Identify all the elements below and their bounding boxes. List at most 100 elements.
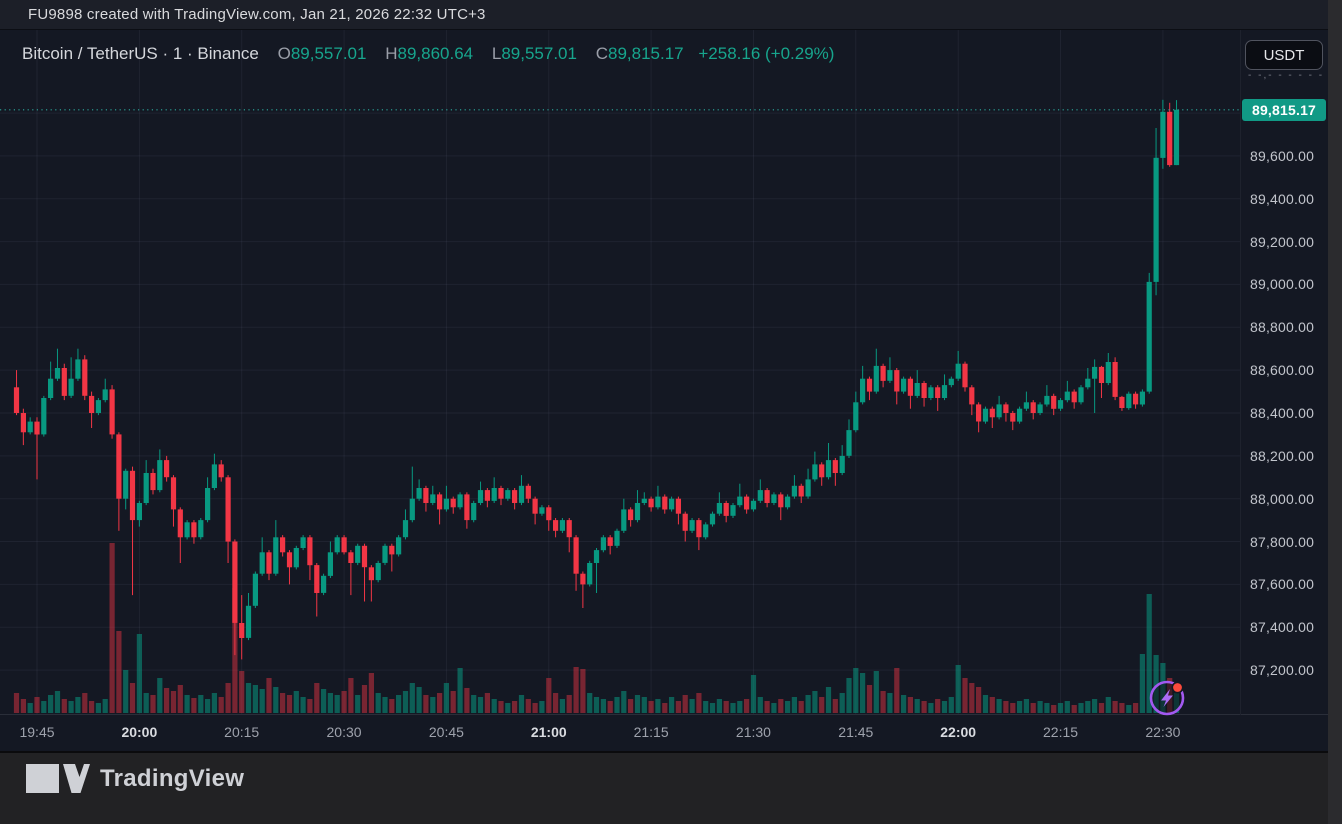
candle-body (96, 400, 101, 413)
candle-body (1058, 400, 1063, 409)
volume-bar (492, 699, 497, 713)
candle-body (997, 404, 1002, 417)
candle-body (737, 497, 742, 506)
volume-bar (942, 701, 947, 713)
candle-body (505, 490, 510, 499)
volume-bar (928, 703, 933, 713)
volume-bar (853, 668, 858, 713)
candle-body (676, 499, 681, 514)
symbol-title[interactable]: Bitcoin / TetherUS · 1 · Binance (22, 44, 259, 63)
candle-body (410, 499, 415, 520)
price-scale[interactable]: - -,- - - - - - 89,815.17 89,600.0089,40… (1240, 30, 1328, 715)
candle-body (853, 402, 858, 430)
candle-body (430, 494, 435, 503)
time-tick-label: 21:15 (634, 724, 669, 740)
volume-bar (574, 667, 579, 713)
volume-bar (396, 695, 401, 713)
candle-body (662, 497, 667, 510)
candle-body (164, 460, 169, 477)
candle-body (171, 477, 176, 509)
candle-body (137, 503, 142, 520)
volume-bar (778, 699, 783, 713)
volume-bar (1119, 703, 1124, 713)
candle-body (696, 520, 701, 537)
volume-bar (1133, 703, 1138, 713)
candle-body (14, 387, 19, 413)
time-tick-label: 22:15 (1043, 724, 1078, 740)
time-scale[interactable]: 19:4520:0020:1520:3020:4521:0021:1521:30… (0, 714, 1328, 751)
volume-bar (894, 668, 899, 713)
currency-toggle-button[interactable]: USDT (1245, 40, 1323, 70)
volume-bar (758, 697, 763, 713)
candle-body (130, 471, 135, 520)
candle-body (717, 503, 722, 514)
volume-bar (28, 703, 33, 713)
candle-body (785, 497, 790, 508)
volume-bar (137, 634, 142, 713)
candle-body (628, 509, 633, 520)
volume-bar (423, 695, 428, 713)
candle-body (819, 464, 824, 477)
volume-bar (826, 687, 831, 713)
low-label: L (492, 44, 501, 63)
candle-body (894, 370, 899, 391)
candle-body (376, 563, 381, 580)
volume-bar (253, 685, 258, 713)
candle-body (922, 383, 927, 398)
candle-body (580, 574, 585, 585)
high-value: 89,860.64 (397, 44, 473, 63)
volume-bar (62, 699, 67, 713)
candle-body (594, 550, 599, 563)
symbol-legend[interactable]: Bitcoin / TetherUS · 1 · Binance O89,557… (22, 44, 834, 64)
volume-bar (669, 697, 674, 713)
volume-bar (840, 693, 845, 713)
volume-bar (1051, 705, 1056, 713)
candle-body (21, 413, 26, 432)
candle-body (369, 567, 374, 580)
candle-body (526, 486, 531, 499)
volume-bar (376, 693, 381, 713)
volume-bar (792, 697, 797, 713)
candle-body (307, 537, 312, 565)
volume-bar (498, 701, 503, 713)
volume-bar (580, 669, 585, 713)
candle-body (1119, 397, 1124, 408)
candle-body (301, 537, 306, 548)
lightning-marker-button[interactable] (1147, 677, 1189, 719)
volume-bar (512, 701, 517, 713)
volume-bar (785, 701, 790, 713)
tradingview-logo[interactable]: TradingView (26, 764, 244, 794)
volume-bar (191, 698, 196, 713)
volume-bar (990, 697, 995, 713)
candle-body (335, 537, 340, 552)
candle-body (751, 501, 756, 510)
volume-bar (744, 699, 749, 713)
volume-bar (628, 699, 633, 713)
volume-bar (1140, 654, 1145, 713)
volume-bar (103, 699, 108, 713)
volume-bar (908, 697, 913, 713)
volume-bar (280, 693, 285, 713)
candle-body (103, 389, 108, 400)
candle-body (587, 563, 592, 584)
volume-bar (915, 699, 920, 713)
candle-body (82, 359, 87, 395)
candle-body (464, 494, 469, 520)
candle-body (608, 537, 613, 546)
candle-body (683, 514, 688, 531)
candle-body (1085, 379, 1090, 388)
volume-bar (430, 697, 435, 713)
candlestick-chart-canvas[interactable] (0, 0, 1342, 824)
volume-bar (546, 678, 551, 713)
candle-body (744, 497, 749, 510)
volume-bar (1065, 701, 1070, 713)
candle-body (266, 552, 271, 573)
volume-bar (526, 699, 531, 713)
volume-bar (287, 695, 292, 713)
volume-bar (417, 687, 422, 713)
volume-bar (683, 695, 688, 713)
volume-bar (956, 665, 961, 713)
volume-bar (1058, 703, 1063, 713)
volume-bar (519, 695, 524, 713)
close-label: C (596, 44, 608, 63)
